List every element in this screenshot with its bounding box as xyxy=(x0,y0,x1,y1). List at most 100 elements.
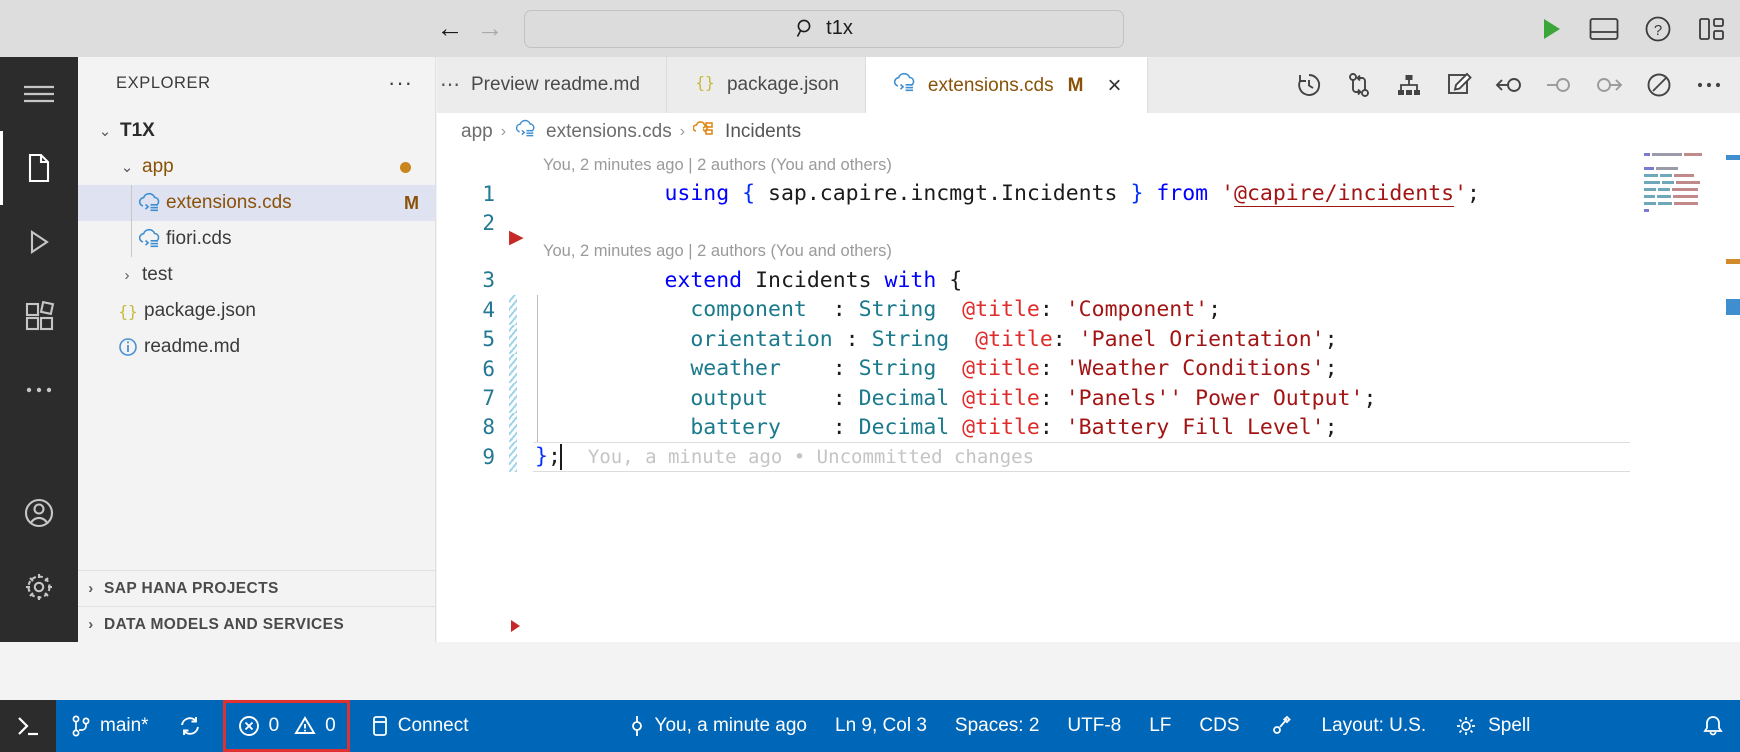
tree-item-label: readme.md xyxy=(144,336,241,357)
tree-item-fiori-cds[interactable]: fiori.cds xyxy=(78,221,435,257)
status-connect-button[interactable]: Connect xyxy=(356,700,483,752)
chevron-right-icon: › xyxy=(88,616,94,633)
module-link[interactable]: @capire/incidents xyxy=(1234,181,1455,208)
status-blame-label: You, a minute ago xyxy=(654,715,807,736)
tree-item-readme-md[interactable]: readme.md xyxy=(78,329,435,365)
token: ; xyxy=(1324,414,1338,440)
git-compare-button[interactable] xyxy=(1344,70,1374,100)
explorer-title: EXPLORER xyxy=(116,73,211,92)
play-icon xyxy=(1544,18,1560,39)
code-line-2[interactable]: 2 xyxy=(437,208,1740,237)
token: sap.capire.incmgt.Incidents xyxy=(768,181,1118,207)
svg-text:?: ? xyxy=(1654,22,1662,39)
back-button[interactable]: ← xyxy=(430,9,470,49)
status-branch[interactable]: main* xyxy=(56,700,163,752)
title-bar: ← → t1x ? xyxy=(0,0,1740,57)
more-actions-button[interactable] xyxy=(1694,70,1724,100)
breadcrumb: app › extensions.cds › Incidents xyxy=(437,113,1740,151)
token: : xyxy=(1039,414,1066,440)
status-branch-label: main* xyxy=(100,715,149,736)
quick-search-input[interactable]: t1x xyxy=(524,9,1124,48)
scroll-marker xyxy=(1726,299,1740,315)
forward-button[interactable]: → xyxy=(470,9,510,49)
token: } xyxy=(1117,181,1144,207)
toggle-panel-button[interactable] xyxy=(1588,13,1620,45)
editor-scrollbar[interactable] xyxy=(1726,151,1740,642)
tree-item-package-json[interactable]: {} package.json xyxy=(78,293,435,329)
code-line-1[interactable]: 1 using { sap.capire.incmgt.Incidents } … xyxy=(437,179,1740,208)
breadcrumb-incidents[interactable]: Incidents xyxy=(725,121,801,143)
git-status-badge: M xyxy=(404,192,419,213)
sidebar-section-sap-hana-projects[interactable]: › SAP HANA PROJECTS xyxy=(78,570,436,606)
status-eol[interactable]: LF xyxy=(1135,700,1185,752)
accounts-button[interactable] xyxy=(0,476,78,550)
more-views-button[interactable] xyxy=(0,353,78,427)
circle-node-icon xyxy=(1547,78,1570,92)
tree-item-label: test xyxy=(142,264,173,285)
tab-extensions-cds[interactable]: extensions.cds M × xyxy=(865,57,1149,113)
settings-button[interactable] xyxy=(0,550,78,624)
go-to-next-button[interactable] xyxy=(1594,70,1624,100)
breadcrumb-app[interactable]: app xyxy=(461,121,493,143)
breakpoint-marker-bottom-icon[interactable] xyxy=(509,618,525,640)
status-keyboard-layout[interactable]: Layout: U.S. xyxy=(1308,700,1441,752)
help-button[interactable]: ? xyxy=(1642,13,1674,45)
tree-item-test[interactable]: › test xyxy=(78,257,435,293)
timeline-history-button[interactable] xyxy=(1294,70,1324,100)
entity-icon xyxy=(692,119,717,145)
source-control-icon xyxy=(72,715,90,737)
tab-close-button[interactable]: × xyxy=(1107,73,1121,98)
code-editor[interactable]: You, 2 minutes ago | 2 authors (You and … xyxy=(437,151,1740,642)
tab-preview-readme-md[interactable]: Preview readme.md xyxy=(463,57,667,113)
token: 'Battery Fill Level' xyxy=(1065,414,1325,440)
minimap-content xyxy=(1644,153,1726,216)
cds-icon xyxy=(892,72,918,100)
graph-hierarchy-button[interactable] xyxy=(1394,70,1424,100)
tree-item-label: T1X xyxy=(120,120,155,141)
explorer-button[interactable] xyxy=(0,131,78,205)
edit-note-button[interactable] xyxy=(1444,70,1474,100)
sidebar-section-data-models-and-services[interactable]: › DATA MODELS AND SERVICES xyxy=(78,606,436,642)
explorer-more-actions-button[interactable]: ··· xyxy=(388,72,413,94)
menu-button[interactable] xyxy=(0,57,78,131)
extensions-button[interactable] xyxy=(0,279,78,353)
breadcrumb-extensions-cds[interactable]: extensions.cds xyxy=(546,121,672,143)
run-debug-icon xyxy=(30,230,49,254)
tree-item-app[interactable]: ⌄ app xyxy=(78,149,435,185)
svg-text:{}: {} xyxy=(695,73,714,92)
status-problems[interactable]: 0 0 xyxy=(222,700,350,752)
remote-window-icon xyxy=(18,717,38,736)
files-icon xyxy=(28,153,50,183)
status-blame[interactable]: You, a minute ago xyxy=(613,700,821,752)
status-screencast-button[interactable] xyxy=(1254,700,1308,752)
code-line-9[interactable]: 9 }; You, a minute ago • Uncommitted chan… xyxy=(437,442,1740,472)
tree-item-extensions-cds[interactable]: extensions.cds M xyxy=(78,185,435,221)
status-encoding[interactable]: UTF-8 xyxy=(1053,700,1135,752)
status-warning-count: 0 xyxy=(325,715,336,736)
customize-layout-button[interactable] xyxy=(1696,13,1728,45)
status-sync-button[interactable] xyxy=(163,700,217,752)
line-number: 7 xyxy=(482,386,495,411)
status-indentation[interactable]: Spaces: 2 xyxy=(941,700,1054,752)
tab-package-json[interactable]: {} package.json xyxy=(666,57,866,113)
remote-window-button[interactable] xyxy=(0,700,56,752)
status-cursor-position[interactable]: Ln 9, Col 3 xyxy=(821,700,941,752)
code-line-8[interactable]: 8 battery : Decimal @title: 'Battery Fil… xyxy=(437,412,1740,443)
bell-icon xyxy=(1703,716,1723,736)
go-to-previous-button[interactable] xyxy=(1494,70,1524,100)
preview-graph-button[interactable] xyxy=(1644,70,1674,100)
status-spell-check[interactable]: Spell xyxy=(1440,700,1544,752)
chevron-down-icon: ⌄ xyxy=(98,123,112,140)
question-circle-icon: ? xyxy=(1645,16,1671,41)
status-notifications-button[interactable] xyxy=(1686,700,1740,752)
status-bar: main* 0 0 Connect You, a minute ago Ln 9… xyxy=(0,700,1740,752)
status-language-mode[interactable]: CDS xyxy=(1185,700,1253,752)
tree-item-t1x[interactable]: ⌄ T1X xyxy=(78,113,435,149)
ellipsis-icon xyxy=(26,387,52,393)
editor-tab-bar: ⋯ Preview readme.md {} package.json exte… xyxy=(437,57,1740,113)
token: ' xyxy=(1454,181,1468,207)
run-project-button[interactable] xyxy=(1534,13,1566,45)
circle-node-button[interactable] xyxy=(1544,70,1574,100)
minimap[interactable] xyxy=(1644,151,1726,642)
run-debug-button[interactable] xyxy=(0,205,78,279)
